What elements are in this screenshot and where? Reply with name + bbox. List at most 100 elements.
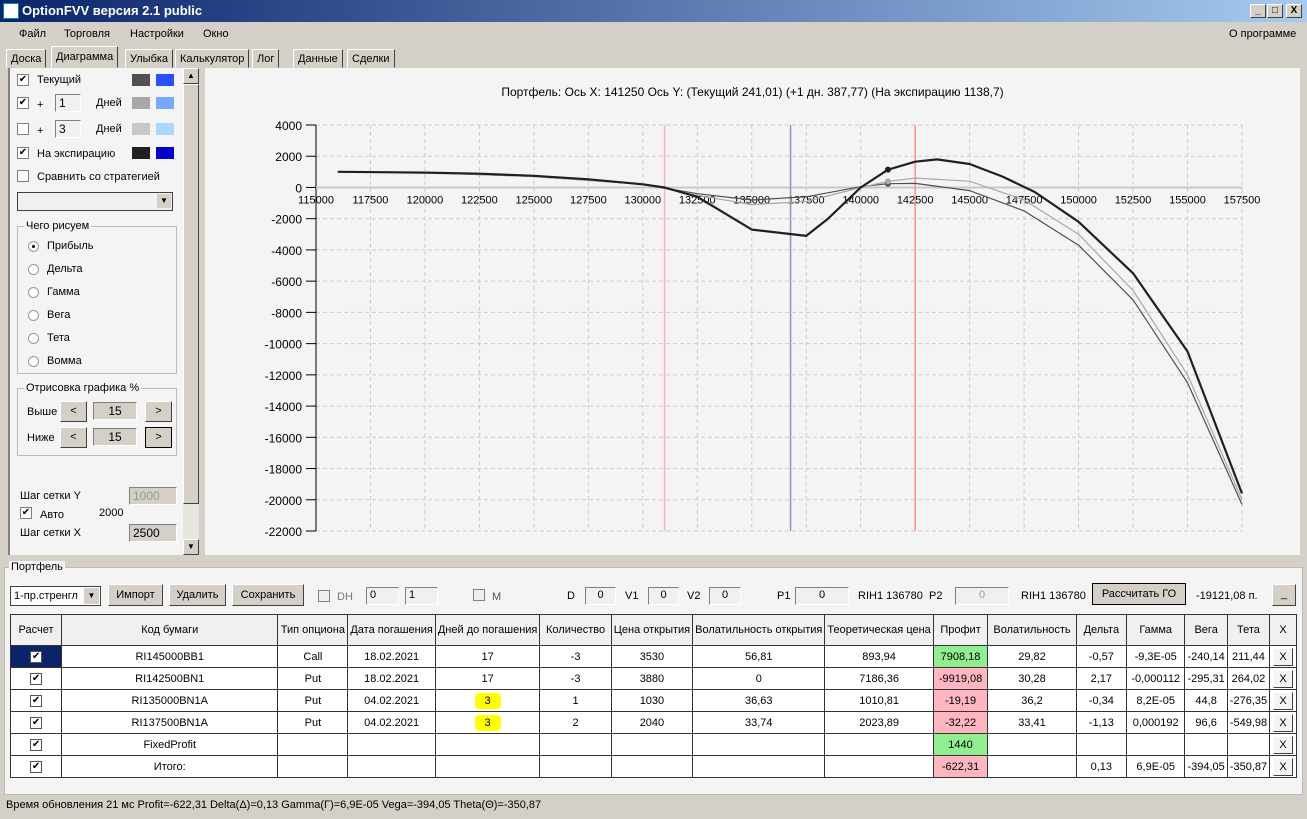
radio-profit[interactable] [28, 241, 39, 252]
column-header[interactable]: Дата погашения [347, 614, 436, 646]
day1-input[interactable]: 1 [55, 94, 81, 112]
column-header[interactable]: Профит [932, 614, 989, 646]
tab-board[interactable]: Доска [6, 49, 47, 68]
table-row[interactable]: ✔ Итого: -622,31 0,13 6,9E-05 -394,05 -350,87 X [9, 755, 1297, 778]
expiry-checkbox[interactable]: ✔ [17, 147, 29, 159]
current-color-swatch[interactable] [132, 74, 150, 86]
scroll-up-icon[interactable]: ▲ [183, 68, 199, 84]
scroll-down-icon[interactable]: ▼ [183, 539, 199, 555]
menu-about[interactable]: О программе [1229, 28, 1296, 40]
calc-checkbox[interactable]: ✔ [30, 717, 43, 729]
column-header[interactable]: Теоретическая цена [824, 614, 934, 646]
calc-checkbox[interactable]: ✔ [30, 651, 43, 663]
maximize-button[interactable]: □ [1267, 4, 1283, 18]
column-header[interactable]: Тип опциона [277, 614, 349, 646]
v2-input[interactable]: 0 [709, 587, 741, 605]
remove-row-button[interactable]: X [1273, 735, 1294, 754]
menu-window[interactable]: Окно [203, 28, 229, 40]
column-header[interactable]: X [1269, 614, 1297, 646]
column-header[interactable]: Гамма [1125, 614, 1186, 646]
v1-input[interactable]: 0 [648, 587, 679, 605]
column-header[interactable]: Количество [539, 614, 612, 646]
radio-delta[interactable] [28, 264, 39, 275]
tab-log[interactable]: Лог [252, 49, 280, 68]
grid-x-input[interactable]: 2500 [129, 524, 177, 542]
tab-diagram[interactable]: Диаграмма [51, 46, 119, 68]
radio-vomma[interactable] [28, 356, 39, 367]
strategy-dropdown[interactable]: 1-пр.стренгл ▼ [10, 586, 101, 606]
tab-data[interactable]: Данные [293, 49, 343, 68]
p1-input[interactable]: 0 [795, 587, 849, 605]
column-header[interactable]: Дельта [1075, 614, 1127, 646]
day1-checkbox[interactable]: ✔ [17, 97, 29, 109]
dh-spinner-2[interactable]: 1 [405, 587, 438, 605]
payoff-chart[interactable]: Портфель: Ось X: 141250 Ось Y: (Текущий … [205, 68, 1300, 555]
calc-checkbox[interactable]: ✔ [30, 695, 43, 707]
tab-smile[interactable]: Улыбка [125, 49, 174, 68]
table-row[interactable]: ✔ RI145000BB1 Call 18.02.2021 17 -3 3530 56,81 8… [9, 645, 1297, 668]
import-button[interactable]: Импорт [108, 584, 163, 606]
above-increase-button[interactable]: > [145, 401, 172, 422]
current-color-swatch-2[interactable] [156, 74, 174, 86]
day1-color-swatch[interactable] [132, 97, 150, 109]
calc-cell[interactable]: ✔ [9, 711, 63, 734]
calc-margin-button[interactable]: Рассчитать ГО [1092, 583, 1186, 605]
calc-checkbox[interactable]: ✔ [30, 761, 43, 773]
d-input[interactable]: 0 [585, 587, 616, 605]
expiry-color-swatch-2[interactable] [156, 147, 174, 159]
table-row[interactable]: ✔ RI142500BN1 Put 18.02.2021 17 -3 3880 0 7186,3… [9, 667, 1297, 690]
menu-trading[interactable]: Торговля [64, 28, 110, 40]
day3-color-swatch-2[interactable] [156, 123, 174, 135]
close-button[interactable]: X [1286, 4, 1302, 18]
table-row[interactable]: ✔ RI137500BN1A Put 04.02.2021 3 2 2040 33,74 202… [9, 711, 1297, 734]
expiry-color-swatch[interactable] [132, 147, 150, 159]
current-checkbox[interactable]: ✔ [17, 74, 29, 86]
calc-cell[interactable]: ✔ [9, 733, 63, 756]
save-button[interactable]: Сохранить [232, 584, 304, 606]
day1-color-swatch-2[interactable] [156, 97, 174, 109]
calc-checkbox[interactable]: ✔ [30, 673, 43, 685]
tab-deals[interactable]: Сделки [347, 49, 395, 68]
column-header[interactable]: Вега [1184, 614, 1228, 646]
below-increase-button[interactable]: > [145, 427, 172, 448]
strategy-compare-dropdown[interactable]: ▼ [17, 192, 173, 211]
below-decrease-button[interactable]: < [60, 427, 87, 448]
column-header[interactable]: Волатильность [987, 614, 1077, 646]
day3-checkbox[interactable] [17, 123, 29, 135]
dh-spinner-1[interactable]: 0 [366, 587, 399, 605]
collapse-button[interactable]: _ [1272, 584, 1296, 606]
calc-cell[interactable]: ✔ [9, 667, 63, 690]
menu-settings[interactable]: Настройки [130, 28, 184, 40]
remove-row-button[interactable]: X [1273, 713, 1294, 732]
calc-cell[interactable]: ✔ [9, 689, 63, 712]
day3-input[interactable]: 3 [55, 120, 81, 138]
grid-y-input[interactable]: 1000 [129, 487, 177, 505]
remove-row-button[interactable]: X [1273, 669, 1294, 688]
m-checkbox[interactable] [473, 589, 485, 601]
calc-cell[interactable]: ✔ [9, 645, 63, 668]
above-decrease-button[interactable]: < [60, 401, 87, 422]
auto-checkbox[interactable]: ✔ [20, 507, 32, 519]
scroll-thumb[interactable] [183, 84, 199, 504]
calc-checkbox[interactable]: ✔ [30, 739, 43, 751]
radio-gamma[interactable] [28, 287, 39, 298]
remove-row-button[interactable]: X [1273, 691, 1294, 710]
column-header[interactable]: Дней до погашения [434, 614, 541, 646]
column-header[interactable]: Цена открытия [610, 614, 694, 646]
column-header[interactable]: Волатильность открытия [692, 614, 826, 646]
calc-cell[interactable]: ✔ [9, 755, 63, 778]
column-header[interactable]: Код бумаги [61, 614, 279, 646]
column-header[interactable]: Расчет [9, 614, 63, 646]
day3-color-swatch[interactable] [132, 123, 150, 135]
table-row[interactable]: ✔ RI135000BN1A Put 04.02.2021 3 1 1030 36,63 101… [9, 689, 1297, 712]
remove-row-button[interactable]: X [1273, 757, 1294, 776]
minimize-button[interactable]: _ [1250, 4, 1266, 18]
menu-file[interactable]: Файл [19, 28, 46, 40]
p2-input[interactable]: 0 [955, 587, 1009, 605]
left-panel-scrollbar[interactable]: ▲ ▼ [183, 68, 199, 555]
radio-theta[interactable] [28, 333, 39, 344]
table-row[interactable]: ✔ FixedProfit 1440 X [9, 733, 1297, 756]
tab-calculator[interactable]: Калькулятор [175, 49, 250, 68]
radio-vega[interactable] [28, 310, 39, 321]
remove-row-button[interactable]: X [1273, 647, 1294, 666]
